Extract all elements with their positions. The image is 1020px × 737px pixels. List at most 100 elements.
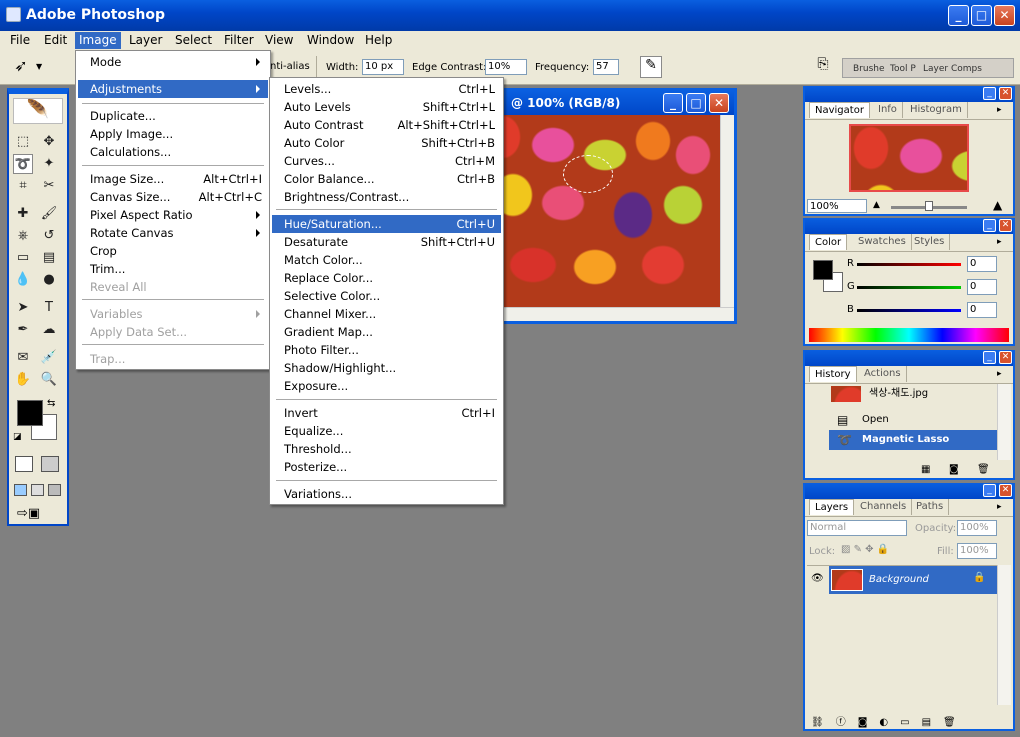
menu-item-image-size[interactable]: Image Size... Alt+Ctrl+I — [78, 170, 268, 188]
menu-item-adjustments[interactable]: Adjustments — [78, 80, 268, 98]
tab-info[interactable]: Info — [873, 102, 903, 118]
tab-channels[interactable]: Channels — [855, 499, 913, 515]
screen-mode-full-menu-icon[interactable] — [31, 484, 44, 496]
fill-field[interactable]: 100% — [957, 543, 997, 559]
eye-visibility-icon[interactable]: 👁 — [811, 573, 824, 584]
tab-actions[interactable]: Actions — [859, 366, 907, 382]
type-tool-icon[interactable]: T — [39, 298, 59, 318]
palette-menu-icon[interactable]: ▸ — [997, 237, 1002, 247]
tab-swatches[interactable]: Swatches — [853, 234, 912, 250]
tab-paths[interactable]: Paths — [911, 499, 950, 515]
menu-item-canvas-size[interactable]: Canvas Size... Alt+Ctrl+C — [78, 188, 268, 206]
slice-tool-icon[interactable]: ✂ — [39, 176, 59, 196]
palette-close-button[interactable]: ✕ — [999, 351, 1012, 364]
hand-tool-icon[interactable]: ✋ — [13, 370, 33, 390]
menu-edit[interactable]: Edit — [40, 32, 71, 49]
new-document-icon[interactable]: ▦ — [921, 464, 930, 475]
adj-levels[interactable]: Levels... Ctrl+L — [272, 80, 501, 98]
magic-wand-tool-icon[interactable]: ✦ — [39, 154, 59, 174]
palette-close-button[interactable]: ✕ — [999, 484, 1012, 497]
dodge-tool-icon[interactable]: ● — [39, 270, 59, 290]
channel-r-field[interactable]: 0 — [967, 256, 997, 272]
navigator-zoom-field[interactable]: 100% — [807, 199, 867, 213]
navigator-thumbnail[interactable] — [849, 124, 969, 192]
channel-g-field[interactable]: 0 — [967, 279, 997, 295]
swap-colors-icon[interactable]: ⇆ — [47, 398, 55, 409]
menu-item-crop[interactable]: Crop — [78, 242, 268, 260]
marquee-tool-icon[interactable]: ⬚ — [13, 132, 33, 152]
adj-auto-color[interactable]: Auto Color Shift+Ctrl+B — [272, 134, 501, 152]
horizontal-scrollbar[interactable] — [483, 307, 734, 321]
well-tab-layer-comps[interactable]: Layer Comps — [923, 64, 982, 74]
channel-r-slider[interactable] — [857, 263, 961, 266]
menu-item-calculations[interactable]: Calculations... — [78, 143, 268, 161]
zoom-tool-icon[interactable]: 🔍 — [39, 370, 59, 390]
adj-desaturate[interactable]: Desaturate Shift+Ctrl+U — [272, 233, 501, 251]
shape-tool-icon[interactable]: ☁ — [39, 320, 59, 340]
zoom-out-icon[interactable]: ▲ — [873, 200, 880, 210]
menu-layer[interactable]: Layer — [125, 32, 166, 49]
adj-auto-levels[interactable]: Auto Levels Shift+Ctrl+L — [272, 98, 501, 116]
adj-threshold[interactable]: Threshold... — [272, 440, 501, 458]
layers-scrollbar[interactable] — [997, 565, 1011, 705]
magnetic-lasso-tool-preset-icon[interactable]: ➶ — [10, 56, 32, 78]
adj-color-balance[interactable]: Color Balance... Ctrl+B — [272, 170, 501, 188]
adj-exposure[interactable]: Exposure... — [272, 377, 501, 395]
tab-styles[interactable]: Styles — [909, 234, 951, 250]
clone-stamp-icon[interactable]: ⎈ — [13, 226, 33, 246]
menu-view[interactable]: View — [261, 32, 297, 49]
gradient-tool-icon[interactable]: ▤ — [39, 248, 59, 268]
minimize-button[interactable]: _ — [948, 5, 969, 26]
color-ramp[interactable] — [809, 328, 1009, 342]
lasso-tool-icon[interactable]: ➰ — [13, 154, 33, 174]
adj-curves[interactable]: Curves... Ctrl+M — [272, 152, 501, 170]
new-snapshot-icon[interactable]: ◙ — [949, 464, 959, 475]
maximize-button[interactable]: □ — [971, 5, 992, 26]
palette-minimize-button[interactable]: _ — [983, 351, 996, 364]
doc-close-button[interactable]: ✕ — [709, 93, 729, 113]
chevron-down-icon[interactable]: ▼ — [36, 62, 42, 71]
menu-item-mode[interactable]: Mode — [78, 53, 268, 71]
healing-brush-icon[interactable]: ✚ — [13, 204, 33, 224]
standard-mode-icon[interactable] — [15, 456, 33, 472]
menu-item-apply-image[interactable]: Apply Image... — [78, 125, 268, 143]
screen-mode-full-icon[interactable] — [48, 484, 61, 496]
opacity-field[interactable]: 100% — [957, 520, 997, 536]
palette-minimize-button[interactable]: _ — [983, 219, 996, 232]
history-scrollbar[interactable] — [997, 384, 1011, 460]
eyedropper-tool-icon[interactable]: 💉 — [39, 348, 59, 368]
tab-histogram[interactable]: Histogram — [905, 102, 968, 118]
tab-navigator[interactable]: Navigator — [809, 102, 870, 118]
eraser-tool-icon[interactable]: ▭ — [13, 248, 33, 268]
trash-icon[interactable]: 🗑 — [977, 464, 990, 475]
well-tab-tool-presets[interactable]: Tool P — [890, 64, 916, 74]
adj-match-color[interactable]: Match Color... — [272, 251, 501, 269]
palette-close-button[interactable]: ✕ — [999, 87, 1012, 100]
menu-file[interactable]: File — [6, 32, 34, 49]
adj-shadow-highlight[interactable]: Shadow/Highlight... — [272, 359, 501, 377]
adj-gradient-map[interactable]: Gradient Map... — [272, 323, 501, 341]
width-field[interactable]: 10 px — [362, 59, 404, 75]
brush-tool-icon[interactable]: 🖌 — [39, 204, 59, 224]
channel-g-slider[interactable] — [857, 286, 961, 289]
doc-minimize-button[interactable]: _ — [663, 93, 683, 113]
menu-item-pixel-aspect-ratio[interactable]: Pixel Aspect Ratio — [78, 206, 268, 224]
adj-auto-contrast[interactable]: Auto Contrast Alt+Shift+Ctrl+L — [272, 116, 501, 134]
pen-tool-icon[interactable]: ✒ — [13, 320, 33, 340]
menu-window[interactable]: Window — [303, 32, 358, 49]
palette-minimize-button[interactable]: _ — [983, 484, 996, 497]
tab-history[interactable]: History — [809, 366, 857, 382]
adj-equalize[interactable]: Equalize... — [272, 422, 501, 440]
menu-select[interactable]: Select — [171, 32, 216, 49]
blur-tool-icon[interactable]: 💧 — [13, 270, 33, 290]
screen-mode-standard-icon[interactable] — [14, 484, 27, 496]
tab-layers[interactable]: Layers — [809, 499, 855, 515]
color-fg-swatch[interactable] — [813, 260, 833, 280]
adj-selective-color[interactable]: Selective Color... — [272, 287, 501, 305]
well-tab-brushes[interactable]: Brushe — [853, 64, 885, 74]
palette-close-button[interactable]: ✕ — [999, 219, 1012, 232]
close-button[interactable]: ✕ — [994, 5, 1015, 26]
vertical-scrollbar[interactable] — [720, 115, 734, 307]
layer-name[interactable]: Background — [869, 574, 929, 585]
adj-hue-saturation[interactable]: Hue/Saturation... Ctrl+U — [272, 215, 501, 233]
